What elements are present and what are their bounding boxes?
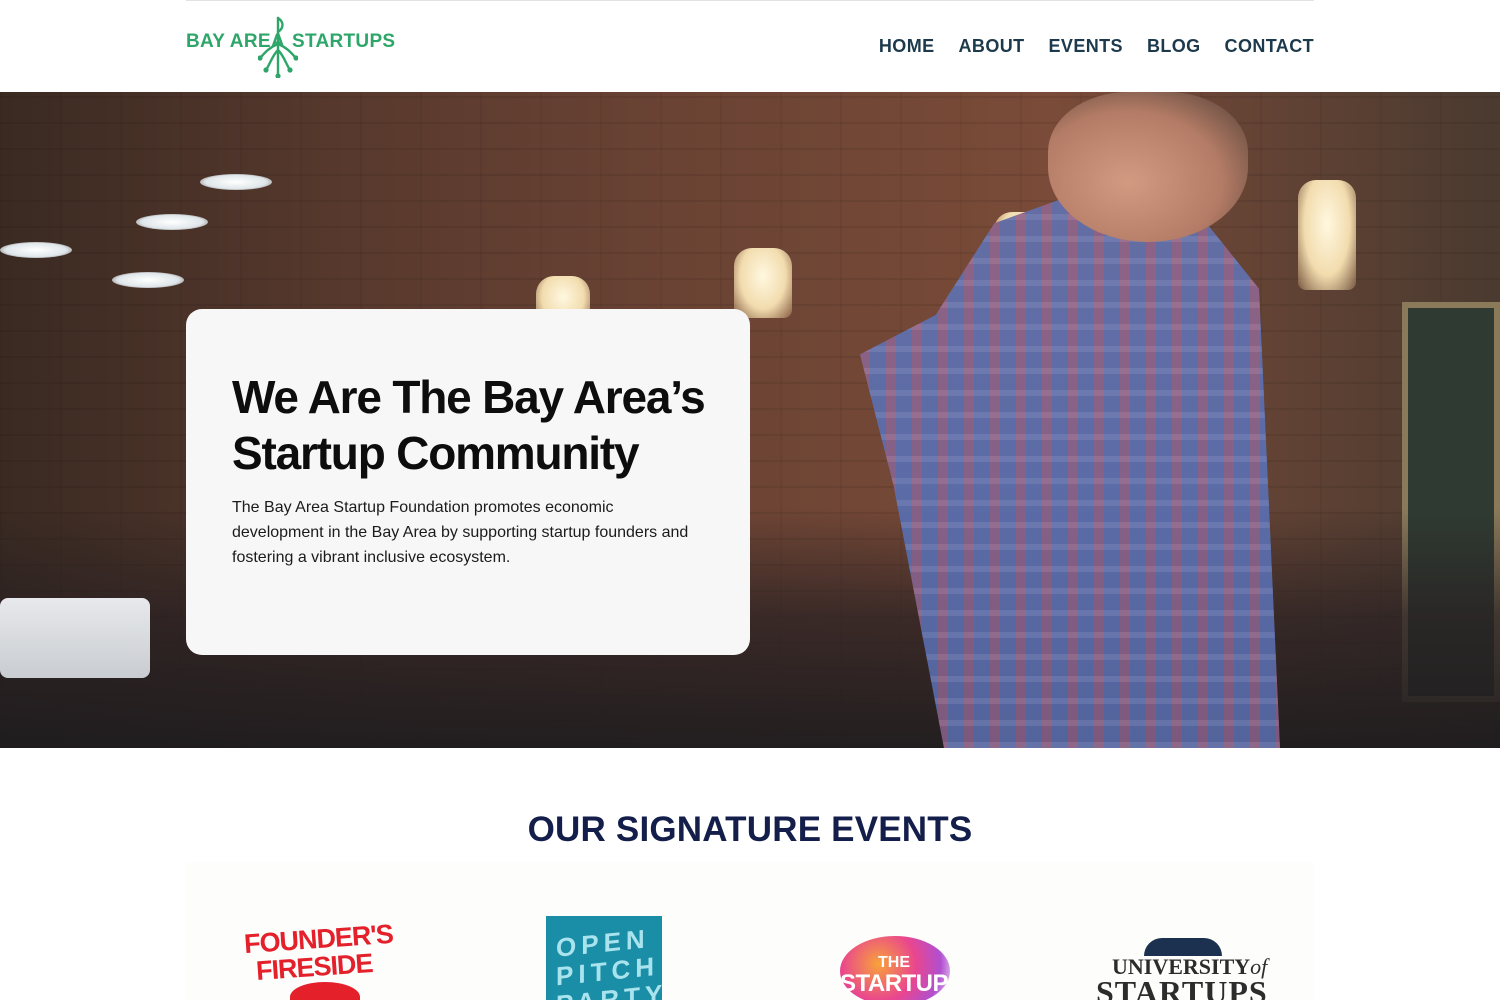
nav-events[interactable]: EVENTS xyxy=(1049,36,1123,57)
event-university-of-startups-logo[interactable]: UNIVERSITYof STARTUPS xyxy=(1094,862,1274,1000)
hero-description: The Bay Area Startup Foundation promotes… xyxy=(232,499,689,566)
logo-text-right: STARTUPS xyxy=(292,31,396,52)
nav-contact[interactable]: CONTACT xyxy=(1225,36,1314,57)
event-founders-fireside-logo[interactable]: FOUNDER'S FIRESIDE xyxy=(243,862,394,1000)
hero-card: We Are The Bay Area’s Startup Community … xyxy=(186,309,750,655)
event-logo-text: FIRESIDE xyxy=(255,947,374,987)
site-header: BAY AREA STARTUPS HOME ABOUT EVENTS BLOG xyxy=(0,0,1500,92)
nav-about[interactable]: ABOUT xyxy=(959,36,1025,57)
event-open-pitch-party-logo[interactable]: OPEN PITCH PARTY xyxy=(546,916,667,1000)
event-startup-mixer-logo[interactable]: THE STARTUP xyxy=(832,862,956,1000)
header-divider xyxy=(186,0,1314,1)
events-section-title: OUR SIGNATURE EVENTS xyxy=(527,810,973,849)
site-logo[interactable]: BAY AREA STARTUPS xyxy=(186,14,395,80)
main-nav: HOME ABOUT EVENTS BLOG CONTACT xyxy=(879,36,1314,57)
fire-icon xyxy=(290,982,360,1000)
events-logo-row: FOUNDER'S FIRESIDE OPEN PITCH PARTY THE … xyxy=(186,862,1314,1000)
event-logo-text: STARTUP xyxy=(839,970,949,997)
nav-blog[interactable]: BLOG xyxy=(1147,36,1201,57)
hero-title: We Are The Bay Area’s Startup Community xyxy=(232,371,706,479)
nav-home[interactable]: HOME xyxy=(879,36,935,57)
hero-section: We Are The Bay Area’s Startup Community … xyxy=(0,92,1500,748)
event-logo-text: STARTUPS xyxy=(1096,974,1268,1000)
